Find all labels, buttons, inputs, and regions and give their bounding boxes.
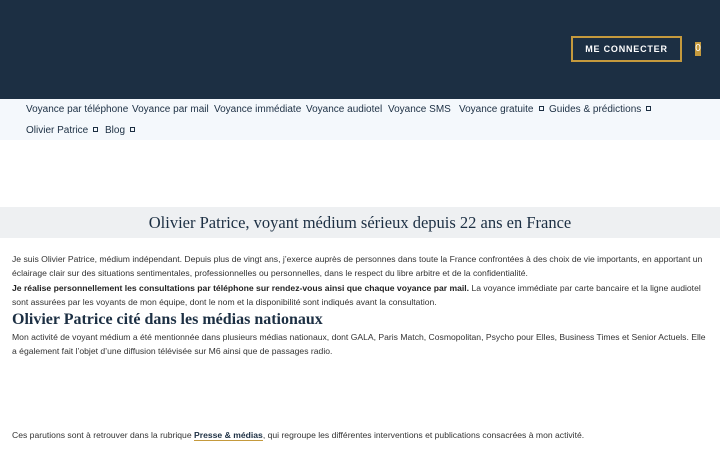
nav-item-voyance-immediate[interactable]: Voyance immédiate: [214, 104, 301, 116]
dropdown-icon: [130, 126, 136, 132]
nav-item-label: Olivier Patrice: [26, 125, 89, 136]
dropdown-icon: [93, 126, 99, 132]
nav-item-guides-predictions[interactable]: Guides & prédictions: [549, 104, 652, 116]
dropdown-icon: [538, 105, 544, 111]
cart-count-badge[interactable]: 0: [695, 42, 701, 56]
media-paragraph: Mon activité de voyant médium a été ment…: [12, 332, 706, 357]
nav-item-blog[interactable]: Blog: [105, 125, 136, 137]
page-title: Olivier Patrice, voyant médium sérieux d…: [148, 213, 572, 232]
nav-item-label: Voyance audiotel: [306, 104, 383, 115]
media-section-title: Olivier Patrice cité dans les médias nat…: [12, 311, 323, 328]
press-text-after: , qui regroupe les différentes intervent…: [262, 430, 585, 440]
nav-item-label: Blog: [105, 125, 126, 136]
nav-item-label: Voyance SMS: [388, 104, 451, 115]
nav-item-voyance-gratuite[interactable]: Voyance gratuite: [459, 104, 544, 116]
nav-item-voyance-sms[interactable]: Voyance SMS: [388, 104, 451, 116]
login-button[interactable]: ME CONNECTER: [571, 36, 682, 62]
nav-item-label: Voyance par téléphone: [26, 104, 129, 115]
nav-item-olivier-patrice[interactable]: Olivier Patrice: [26, 125, 99, 137]
press-text-before: Ces parutions sont à retrouver dans la r…: [12, 430, 195, 440]
main-navigation: Voyance par téléphone Voyance par mail V…: [0, 99, 720, 140]
nav-item-label: Voyance immédiate: [214, 104, 302, 115]
press-media-link[interactable]: Presse & médias: [194, 430, 263, 441]
site-header: ME CONNECTER 0: [0, 0, 720, 99]
nav-item-label: Voyance gratuite: [459, 104, 534, 115]
press-paragraph: Ces parutions sont à retrouver dans la r…: [12, 428, 708, 442]
page-title-band: Olivier Patrice, voyant médium sérieux d…: [0, 207, 720, 238]
nav-item-label: Voyance par mail: [132, 104, 209, 115]
nav-item-voyance-mail[interactable]: Voyance par mail: [132, 104, 209, 116]
intro-bold-text: Je réalise personnellement les consultat…: [12, 282, 470, 293]
nav-item-voyance-audiotel[interactable]: Voyance audiotel: [306, 104, 382, 116]
intro-text: Je suis Olivier Patrice, médium indépend…: [12, 254, 703, 279]
nav-item-voyance-telephone[interactable]: Voyance par téléphone: [26, 104, 128, 116]
dropdown-icon: [646, 105, 652, 111]
intro-paragraph: Je suis Olivier Patrice, médium indépend…: [12, 252, 708, 309]
nav-item-label: Guides & prédictions: [549, 104, 642, 115]
